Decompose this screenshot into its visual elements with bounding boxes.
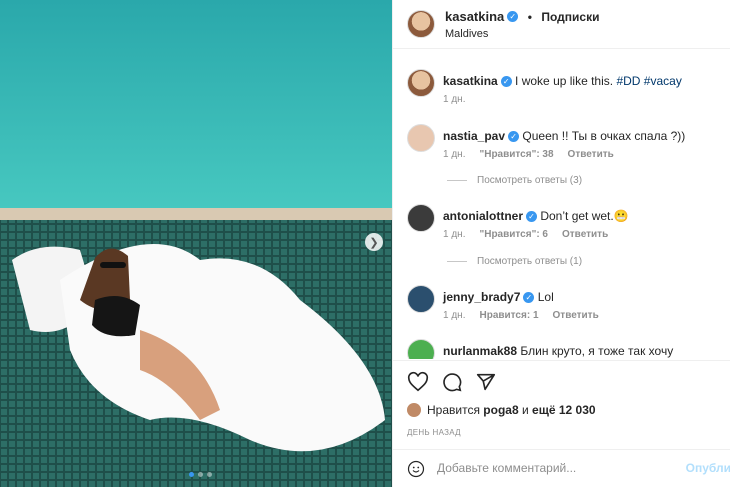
liker-avatar [407, 403, 421, 417]
comment-text: jenny_brady7 ✓ Lol [443, 290, 554, 304]
post-time: ДЕНЬ НАЗАД [407, 428, 461, 437]
comment-time: 1 дн. [443, 229, 466, 240]
comment-text: antonialottner ✓ Don’t get wet.😬 [443, 209, 629, 223]
author-avatar[interactable] [407, 69, 435, 97]
verified-icon: ✓ [500, 76, 512, 88]
likes-and: и [521, 403, 529, 417]
heart-icon[interactable] [407, 371, 429, 393]
view-replies-button[interactable]: Посмотреть ответы (1) [447, 256, 582, 267]
comment-icon[interactable] [441, 371, 463, 393]
comment-body: Блин круто, я тоже так хочу [520, 344, 674, 358]
comment-text: nastia_pav ✓ Queen !! Ты в очках спала ?)… [443, 129, 685, 143]
commenter-avatar[interactable] [407, 285, 435, 313]
comment-body: Don’t get wet.😬 [540, 209, 629, 223]
comment-meta: 1 дн. "Нравится": 38 Ответить [443, 149, 614, 160]
commenter-avatar[interactable] [407, 204, 435, 232]
comments-list[interactable]: kasatkina ✓ I woke up like this. #DD #vac… [393, 49, 730, 359]
reply-button[interactable]: Ответить [553, 310, 599, 321]
comment-username[interactable]: nastia_pav [443, 129, 505, 143]
caption-text: kasatkina ✓ I woke up like this. #DD #vac… [443, 74, 682, 88]
post-photo: ❯ [0, 0, 392, 487]
hashtag-link[interactable]: #DD [616, 74, 640, 88]
verified-icon: ✓ [508, 131, 520, 143]
carousel-dot [207, 472, 212, 477]
liker-username[interactable]: poga8 [483, 403, 518, 417]
comment-meta: 1 дн. Нравится: 1 Ответить [443, 310, 599, 321]
verified-icon: ✓ [526, 211, 537, 223]
comment-username[interactable]: nurlanmak88 [443, 344, 517, 358]
likes-prefix: Нравится [427, 403, 480, 417]
carousel-dot [198, 472, 203, 477]
publish-button[interactable]: Опубли [686, 461, 730, 475]
carousel-dot [189, 472, 194, 477]
comment-username[interactable]: antonialottner [443, 209, 523, 223]
next-image-button[interactable]: ❯ [365, 233, 383, 251]
comment-meta: 1 дн. "Нравится": 6 Ответить [443, 229, 608, 240]
comment-username[interactable]: jenny_brady7 [443, 290, 520, 304]
comment-input[interactable]: Добавьте комментарий... [437, 461, 576, 475]
verified-icon: ✓ [523, 292, 535, 304]
comment-time: 1 дн. [443, 310, 466, 321]
likes-count[interactable]: ещё 12 030 [532, 403, 596, 417]
add-comment-bar: Добавьте комментарий... Опубли [393, 449, 730, 489]
post-header: kasatkina ✓ • Подписки Maldives [393, 0, 730, 49]
location-link[interactable]: Maldives [445, 28, 599, 40]
verified-icon: ✓ [507, 11, 519, 23]
comment-time: 1 дн. [443, 149, 466, 160]
hashtag-link[interactable]: #vacay [644, 74, 682, 88]
view-replies-button[interactable]: Посмотреть ответы (3) [447, 175, 582, 186]
share-icon[interactable] [475, 371, 497, 393]
reply-button[interactable]: Ответить [568, 149, 614, 160]
caption-body: I woke up like this. [515, 74, 614, 88]
comment-likes[interactable]: Нравится: 1 [479, 310, 538, 321]
carousel-dots [189, 472, 212, 477]
comment-body: Queen !! Ты в очках спала ?)) [522, 129, 686, 143]
author-username[interactable]: kasatkina [445, 9, 504, 24]
caption-username[interactable]: kasatkina [443, 74, 498, 88]
commenter-avatar[interactable] [407, 124, 435, 152]
likes-summary[interactable]: Нравится poga8 и ещё 12 030 [407, 403, 596, 417]
follow-button[interactable]: Подписки [541, 10, 599, 24]
emoji-icon[interactable] [407, 460, 425, 478]
commenter-avatar[interactable] [407, 339, 435, 359]
comment-likes[interactable]: "Нравится": 38 [479, 149, 553, 160]
author-avatar[interactable] [407, 10, 435, 38]
separator-dot: • [527, 10, 532, 24]
caption-time: 1 дн. [443, 94, 466, 105]
post-actions: Нравится poga8 и ещё 12 030 ДЕНЬ НАЗАД Д… [393, 360, 730, 488]
comment-text: nurlanmak88 Блин круто, я тоже так хочу [443, 344, 673, 358]
reply-button[interactable]: Ответить [562, 229, 608, 240]
comment-body: Lol [537, 290, 554, 304]
comment-likes[interactable]: "Нравится": 6 [479, 229, 548, 240]
post-panel: kasatkina ✓ • Подписки Maldives kasatkina… [392, 0, 730, 487]
